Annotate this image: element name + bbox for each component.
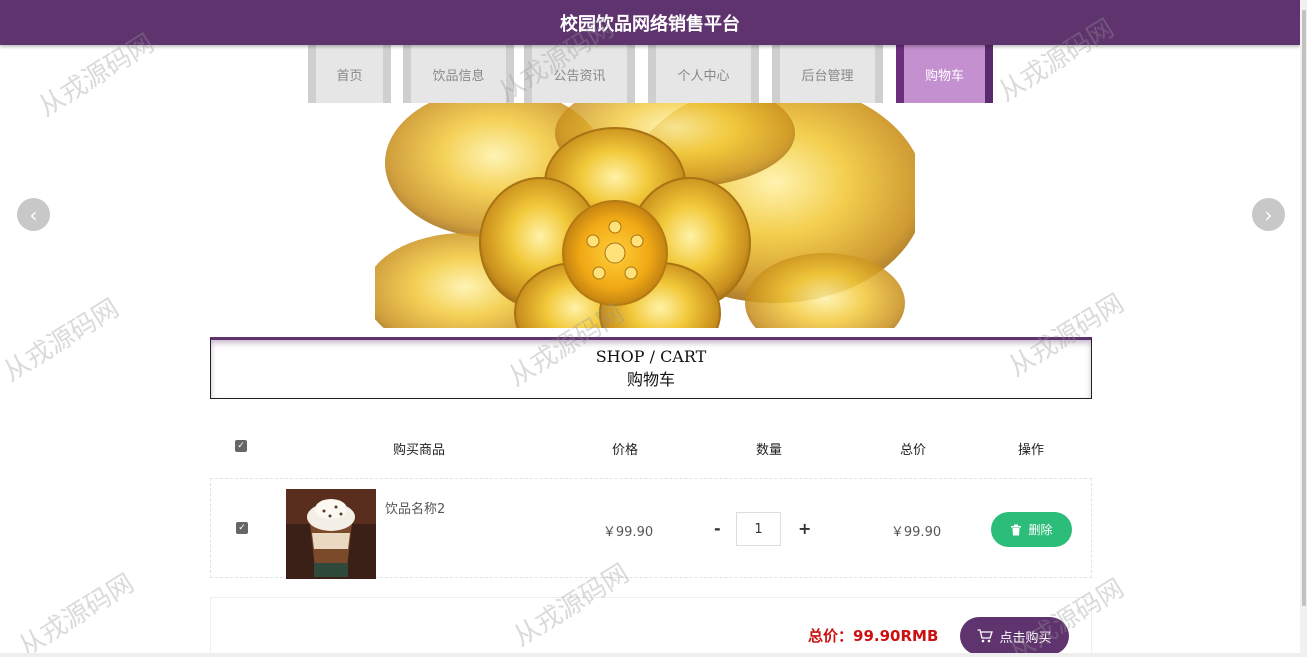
nav-label: 个人中心 <box>677 68 730 84</box>
delete-label: 删除 <box>1028 523 1053 537</box>
qty-increase-button[interactable]: + <box>798 519 811 538</box>
app-root: 校园饮品网络销售平台 首页 饮品信息 公告资讯 个人中心 后台管理 购物车 ‹ … <box>0 0 1307 657</box>
product-name[interactable]: 饮品名称2 <box>385 498 445 517</box>
cart-row: ✓ 饮品名称2 ￥99.90 - + ￥99.90 <box>210 478 1092 579</box>
nav-label: 饮品信息 <box>432 68 485 84</box>
col-quantity: 数量 <box>755 443 783 458</box>
carousel-prev-button[interactable]: ‹ <box>17 198 50 231</box>
qty-decrease-button[interactable]: - <box>714 519 721 538</box>
nav-item-admin[interactable]: 后台管理 <box>772 45 883 103</box>
col-subtotal: 总价 <box>899 443 927 458</box>
nav-label: 后台管理 <box>801 68 854 84</box>
scrollbar-thumb[interactable] <box>1302 10 1306 606</box>
product-thumbnail[interactable] <box>286 489 376 579</box>
trash-icon <box>1011 524 1022 535</box>
chevron-left-icon: ‹ <box>29 202 38 227</box>
col-actions: 操作 <box>1017 443 1045 458</box>
nav-item-drinks[interactable]: 饮品信息 <box>403 45 514 103</box>
col-price: 价格 <box>611 443 639 458</box>
nav-label: 首页 <box>336 68 363 84</box>
cart-table-header: ✓ 购买商品 价格 数量 总价 操作 <box>210 430 1092 464</box>
quantity-input[interactable] <box>736 512 781 546</box>
row-checkbox[interactable]: ✓ <box>236 522 248 534</box>
delete-button[interactable]: 删除 <box>991 512 1072 547</box>
cart-icon <box>977 629 994 643</box>
col-product: 购买商品 <box>392 443 446 458</box>
banner-carousel <box>0 103 1300 328</box>
watermark: 从戎源码网 <box>13 568 140 657</box>
nav-item-news[interactable]: 公告资讯 <box>524 45 635 103</box>
cart-title-en: SHOP / CART <box>595 347 707 366</box>
cart-summary: 总价：99.90RMB 点击购买 <box>210 597 1092 657</box>
select-all-checkbox[interactable]: ✓ <box>235 440 247 452</box>
nav-item-cart[interactable]: 购物车 <box>896 45 993 103</box>
cart-total: 总价：99.90RMB <box>808 625 938 646</box>
buy-button[interactable]: 点击购买 <box>960 617 1069 655</box>
total-label: 总价： <box>808 627 854 645</box>
nav-label: 购物车 <box>924 68 964 84</box>
banner-image <box>375 103 915 328</box>
main-nav: 首页 饮品信息 公告资讯 个人中心 后台管理 购物车 <box>0 45 1300 103</box>
drink-image <box>286 489 376 579</box>
vertical-scrollbar[interactable] <box>1300 0 1307 657</box>
nav-item-profile[interactable]: 个人中心 <box>648 45 759 103</box>
carousel-next-button[interactable]: › <box>1252 198 1285 231</box>
total-value: 99.90RMB <box>853 627 939 645</box>
cart-title-zh: 购物车 <box>626 370 675 389</box>
nav-item-home[interactable]: 首页 <box>308 45 391 103</box>
chevron-right-icon: › <box>1264 202 1273 227</box>
site-title-bar: 校园饮品网络销售平台 <box>0 0 1300 45</box>
horizontal-scrollbar[interactable] <box>0 653 1300 657</box>
buy-label: 点击购买 <box>999 630 1052 646</box>
row-subtotal: ￥99.90 <box>890 525 942 540</box>
nav-label: 公告资讯 <box>553 68 606 84</box>
site-title: 校园饮品网络销售平台 <box>560 13 740 35</box>
cart-section-title: SHOP / CART 购物车 <box>210 337 1092 399</box>
product-price: ￥99.90 <box>602 525 654 540</box>
